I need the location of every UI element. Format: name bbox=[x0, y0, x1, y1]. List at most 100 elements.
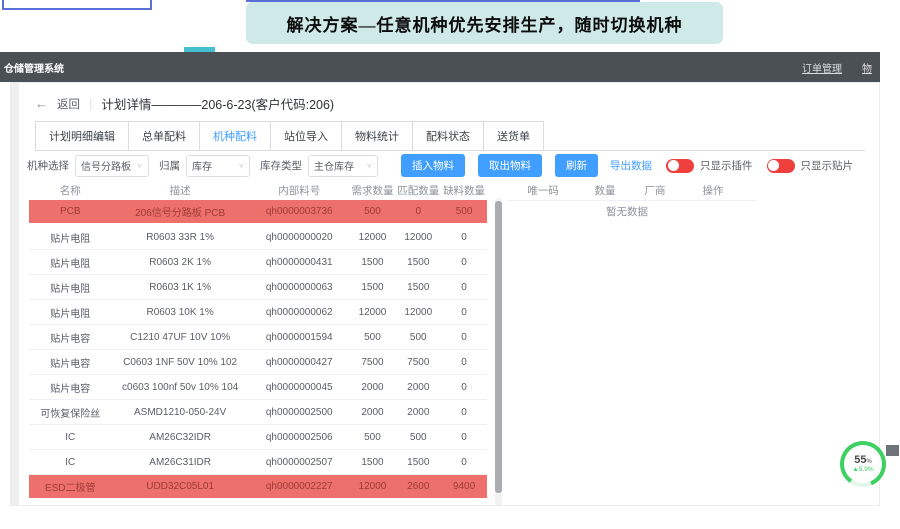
table-cell: C0603 1NF 50V 10% 102 bbox=[111, 357, 248, 368]
table-cell: R0603 10K 1% bbox=[111, 307, 248, 318]
breadcrumb: ← 返回 | 计划详情————206-6-23(客户代码:206) bbox=[35, 94, 334, 113]
scrollbar-thumb[interactable] bbox=[495, 201, 502, 493]
table-row[interactable]: ICAM26C31IDRqh0000002507150015000 bbox=[29, 450, 487, 475]
table-cell: ESD二极管 bbox=[29, 479, 111, 494]
table-cell: 12000 bbox=[350, 232, 396, 243]
chevron-down-icon: ˅ bbox=[137, 162, 142, 170]
app-header-bar: 仓储管理系统 订单管理 物 bbox=[0, 52, 880, 82]
column-header: 缺料数量 bbox=[441, 183, 487, 198]
table-cell: 206信号分路板 PCB bbox=[111, 204, 248, 219]
table-row[interactable]: ICAM26C32IDRqh00000025065005000 bbox=[29, 425, 487, 450]
back-arrow-icon[interactable]: ← bbox=[35, 97, 48, 110]
table-cell: AM26C31IDR bbox=[111, 457, 248, 468]
table-cell: 12000 bbox=[350, 307, 396, 318]
table-cell: qh0000000045 bbox=[249, 382, 350, 393]
stock-type-select-value: 主仓库存 bbox=[314, 158, 354, 173]
filter-bar: 机种选择 信号分路板 ˅ 归属 库存 ˅ 库存类型 主仓库存 ˅ 插入物料 取出… bbox=[27, 154, 871, 177]
table-row[interactable]: 贴片电阻R0603 10K 1%qh000000006212000120000 bbox=[29, 300, 487, 325]
table-cell: 7500 bbox=[395, 357, 441, 368]
show-only-smd-label: 只显示贴片 bbox=[801, 158, 854, 173]
table-row[interactable]: 贴片电容C0603 1NF 50V 10% 102qh0000000427 750… bbox=[29, 350, 487, 375]
takeout-material-button[interactable]: 取出物料 bbox=[478, 154, 542, 177]
chevron-down-icon: ˅ bbox=[367, 162, 372, 170]
table-cell: 贴片电阻 bbox=[29, 230, 111, 245]
tab[interactable]: 物料统计 bbox=[341, 121, 413, 150]
table-row[interactable]: ESD二极管UDD32C05L01qh000000222712000260094… bbox=[29, 475, 487, 500]
table-cell: 500 bbox=[395, 332, 441, 343]
table-cell: 贴片电容 bbox=[29, 330, 111, 345]
show-only-tht-label: 只显示插件 bbox=[700, 158, 753, 173]
table-cell: c0603 100nf 50v 10% 104 bbox=[111, 382, 248, 393]
tab[interactable]: 计划明细编辑 bbox=[35, 121, 129, 150]
table-cell: R0603 2K 1% bbox=[111, 257, 248, 268]
table-cell: qh0000000427 bbox=[249, 357, 350, 368]
chevron-down-icon: ˅ bbox=[239, 162, 244, 170]
tab[interactable]: 配料状态 bbox=[412, 121, 484, 150]
table-cell: 0 bbox=[441, 457, 487, 468]
empty-state-text: 暂无数据 bbox=[507, 204, 747, 219]
table-cell: 0 bbox=[441, 407, 487, 418]
table-cell: 贴片电阻 bbox=[29, 280, 111, 295]
menu-item-orders[interactable]: 订单管理 bbox=[802, 60, 842, 75]
belong-select[interactable]: 库存 ˅ bbox=[186, 155, 250, 177]
table-cell: qh0000000062 bbox=[249, 307, 350, 318]
table-cell: 500 bbox=[350, 432, 396, 443]
show-only-smd-toggle[interactable] bbox=[767, 159, 795, 173]
table-cell: 可恢复保险丝 bbox=[29, 405, 111, 420]
table-row[interactable]: 贴片电容c0603 100nf 50v 10% 104qh00000000452… bbox=[29, 375, 487, 400]
table-cell: 贴片电容 bbox=[29, 380, 111, 395]
table-cell: qh0000002227 bbox=[249, 481, 350, 492]
app-title: 仓储管理系统 bbox=[4, 60, 64, 75]
table-cell: 2000 bbox=[395, 407, 441, 418]
refresh-button[interactable]: 刷新 bbox=[555, 154, 598, 177]
column-header: 内部料号 bbox=[249, 183, 350, 198]
column-header: 数量 bbox=[579, 183, 631, 198]
tab-bar: 计划明细编辑总单配料机种配料站位导入物料统计配料状态送货单 bbox=[35, 121, 865, 151]
table-cell: 贴片电阻 bbox=[29, 255, 111, 270]
table-cell: 0 bbox=[441, 382, 487, 393]
menu-item-partial[interactable]: 物 bbox=[862, 60, 872, 75]
decoration-fragment-left bbox=[2, 0, 152, 10]
table-row[interactable]: 贴片电阻R0603 2K 1%qh0000000431150015000 bbox=[29, 250, 487, 275]
table-cell: R0603 33R 1% bbox=[111, 232, 248, 243]
belong-select-value: 库存 bbox=[192, 158, 212, 173]
machine-select[interactable]: 信号分路板 ˅ bbox=[75, 155, 149, 177]
table-row[interactable]: 贴片电阻R0603 33R 1%qh000000002012000120000 bbox=[29, 225, 487, 250]
table-cell: qh0000002500 bbox=[249, 407, 350, 418]
table-row[interactable]: 可恢复保险丝ASMD1210-050-24Vqh0000002500200020… bbox=[29, 400, 487, 425]
table-row[interactable]: 贴片电阻R0603 1K 1%qh0000000063150015000 bbox=[29, 275, 487, 300]
export-data-link[interactable]: 导出数据 bbox=[610, 158, 652, 173]
table-cell: 500 bbox=[395, 432, 441, 443]
table-cell: 9400 bbox=[441, 481, 487, 492]
table-row[interactable]: 贴片电容C1210 47UF 10V 10%qh0000001594500500… bbox=[29, 325, 487, 350]
gauge-delta: ▲5.9% bbox=[852, 467, 873, 474]
back-button[interactable]: 返回 bbox=[57, 96, 80, 112]
table-cell: 12000 bbox=[395, 232, 441, 243]
table-scrollbar[interactable] bbox=[495, 198, 502, 506]
table-cell: qh0000002506 bbox=[249, 432, 350, 443]
table-cell: IC bbox=[29, 457, 111, 468]
table-cell: 贴片电容 bbox=[29, 355, 111, 370]
table-cell: 2000 bbox=[350, 382, 396, 393]
tab[interactable]: 送货单 bbox=[483, 121, 544, 150]
table-cell: 0 bbox=[441, 232, 487, 243]
table-cell: qh0000002507 bbox=[249, 457, 350, 468]
table-cell: qh0000003736 bbox=[249, 206, 350, 217]
table-cell: ASMD1210-050-24V bbox=[111, 407, 248, 418]
table-row[interactable]: PCB206信号分路板 PCBqh00000037365000500 bbox=[29, 200, 487, 225]
main-window: ← 返回 | 计划详情————206-6-23(客户代码:206) 计划明细编辑… bbox=[10, 82, 880, 506]
table-cell: qh0000000063 bbox=[249, 282, 350, 293]
show-only-tht-toggle[interactable] bbox=[666, 159, 694, 173]
table-cell: 2600 bbox=[395, 481, 441, 492]
table-cell: AM26C32IDR bbox=[111, 432, 248, 443]
stock-type-select[interactable]: 主仓库存 ˅ bbox=[308, 155, 378, 177]
column-header: 描述 bbox=[111, 183, 248, 198]
table-cell: 2000 bbox=[350, 407, 396, 418]
material-table-header: 名称描述内部料号需求数量匹配数量缺料数量 bbox=[29, 181, 487, 199]
table-cell: 1500 bbox=[395, 457, 441, 468]
insert-material-button[interactable]: 插入物料 bbox=[401, 154, 465, 177]
tab[interactable]: 机种配料 bbox=[199, 121, 271, 150]
tab[interactable]: 总单配料 bbox=[128, 121, 200, 150]
tab[interactable]: 站位导入 bbox=[270, 121, 342, 150]
progress-gauge: 55% ▲5.9% bbox=[840, 441, 886, 487]
